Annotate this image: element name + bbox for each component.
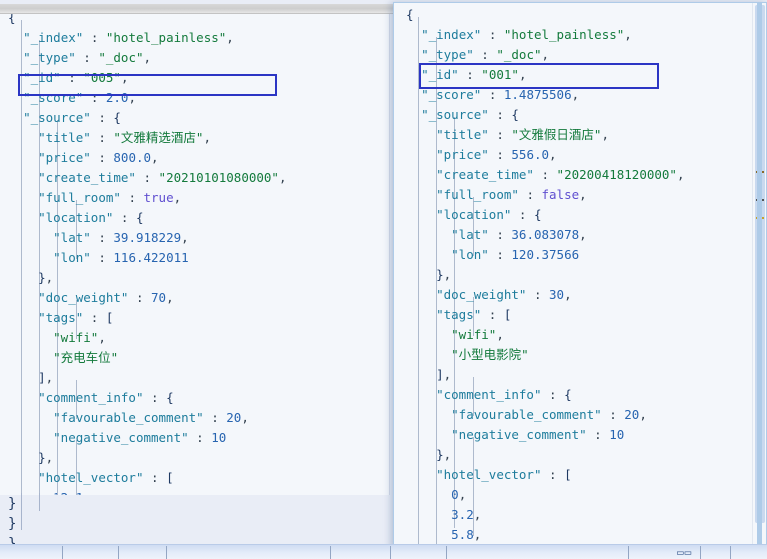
code-line: "hotel_vector" : [ (436, 467, 572, 482)
taskbar-separator (628, 546, 629, 559)
code-line: "tags" : [ (38, 310, 114, 325)
code-line: "title" : "文雅假日酒店", (436, 127, 609, 142)
taskbar-separator (700, 546, 701, 559)
right-json-code: { "_index" : "hotel_painless", "_type" :… (406, 5, 685, 548)
code-line: "lat" : 39.918229, (53, 230, 189, 245)
right-json-result-panel[interactable]: { "_index" : "hotel_painless", "_type" :… (393, 2, 767, 549)
taskbar-separator (166, 546, 167, 559)
left-panel-edge (389, 14, 390, 495)
taskbar-separator (446, 546, 447, 559)
code-line: "full_room" : false, (436, 187, 587, 202)
code-line: }, (436, 267, 452, 282)
right-panel-outer-edge (757, 2, 762, 547)
code-line: "price" : 556.0, (436, 147, 557, 162)
code-line: "title" : "文雅精选酒店", (38, 130, 211, 145)
code-line: "lon" : 116.422011 (53, 250, 189, 265)
taskbar-separator (330, 546, 331, 559)
code-line: "lat" : 36.083078, (451, 227, 587, 242)
code-line: 0, (451, 487, 467, 502)
code-line: "hotel_vector" : [ (38, 470, 174, 485)
code-line: "favourable_comment" : 20, (53, 410, 249, 425)
code-line: "_type" : "_doc", (23, 50, 152, 65)
code-line: ], (38, 370, 54, 385)
taskbar-separator (390, 546, 391, 559)
code-line: "_score" : 2.0, (23, 90, 136, 105)
left-json-code: { "_index" : "hotel_painless", "_type" :… (8, 14, 287, 495)
code-line: "create_time" : "20200418120000", (436, 167, 685, 182)
code-line: "_score" : 1.4875506, (421, 87, 580, 102)
code-line: "_index" : "hotel_painless", (23, 30, 234, 45)
code-line: "_id" : "001", (421, 67, 527, 82)
code-line: "wifi", (53, 330, 106, 345)
code-line: "_source" : { (23, 110, 121, 125)
code-line: "negative_comment" : 10 (53, 430, 227, 445)
code-line: "_source" : { (421, 107, 519, 122)
code-line: ], (436, 367, 452, 382)
left-json-result-panel[interactable]: { "_index" : "hotel_painless", "_type" :… (0, 14, 390, 495)
code-line: "小型电影院" (451, 347, 529, 362)
code-line: "_index" : "hotel_painless", (421, 27, 632, 42)
code-line: "favourable_comment" : 20, (451, 407, 647, 422)
code-line: }, (38, 450, 54, 465)
code-line: "full_room" : true, (38, 190, 182, 205)
code-line: "comment_info" : { (436, 387, 572, 402)
indent-guide (21, 493, 22, 530)
code-line: }, (436, 447, 452, 462)
code-line: "create_time" : "20210101080000", (38, 170, 287, 185)
back-brace-line: } (8, 516, 17, 532)
indent-guide (57, 493, 58, 495)
code-line: "lon" : 120.37566 (451, 247, 580, 262)
indent-guide (39, 493, 40, 511)
back-brace-line: } (8, 496, 17, 512)
right-panel-content: { "_index" : "hotel_painless", "_type" :… (394, 3, 766, 548)
taskbar-separator (118, 546, 119, 559)
code-line: "doc_weight" : 30, (436, 287, 572, 302)
code-line: { (8, 14, 16, 25)
code-line: "location" : { (38, 210, 144, 225)
taskbar-separator (730, 546, 731, 559)
code-line: "tags" : [ (436, 307, 512, 322)
code-line: "negative_comment" : 10 (451, 427, 625, 442)
bottom-taskbar[interactable]: ▭▭ (0, 544, 767, 559)
code-line: "comment_info" : { (38, 390, 174, 405)
code-line: "doc_weight" : 70, (38, 290, 174, 305)
code-line: "_type" : "_doc", (421, 47, 550, 62)
code-line: "price" : 800.0, (38, 150, 159, 165)
code-line: { (406, 7, 414, 22)
code-line: "wifi", (451, 327, 504, 342)
code-line: 5.8, (451, 527, 482, 542)
taskbar-window-glyph[interactable]: ▭▭ (677, 546, 692, 559)
code-line: "location" : { (436, 207, 542, 222)
code-line: }, (38, 270, 54, 285)
code-line: "充电车位" (53, 350, 119, 365)
code-line: "_id" : "005", (23, 70, 129, 85)
taskbar-separator (62, 546, 63, 559)
code-line: 3.2, (451, 507, 482, 522)
